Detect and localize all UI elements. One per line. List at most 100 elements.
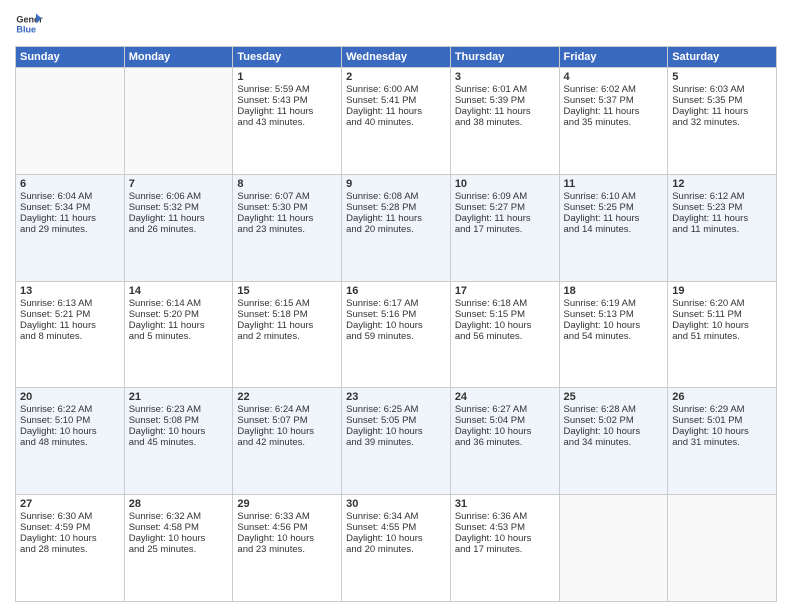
day-number: 7 [129,178,229,190]
cell-line: Daylight: 11 hours [129,320,229,331]
cell-line: Sunrise: 6:12 AM [672,191,772,202]
day-number: 16 [346,285,446,297]
cell-line: Sunrise: 6:00 AM [346,84,446,95]
day-number: 28 [129,498,229,510]
cell-line: and 54 minutes. [564,331,664,342]
calendar-row-1: 6Sunrise: 6:04 AMSunset: 5:34 PM Daylight… [16,174,777,281]
cell-line: Daylight: 11 hours [564,106,664,117]
calendar-row-2: 13Sunrise: 6:13 AMSunset: 5:21 PMDayligh… [16,281,777,388]
cell-line: and 38 minutes. [455,117,555,128]
cell-line: Daylight: 10 hours [672,426,772,437]
calendar-cell: 18Sunrise: 6:19 AMSunset: 5:13 PMDayligh… [559,281,668,388]
cell-line: and 25 minutes. [129,544,229,555]
cell-line: Sunrise: 6:32 AM [129,511,229,522]
calendar-cell: 29Sunrise: 6:33 AMSunset: 4:56 PMDayligh… [233,495,342,602]
calendar-cell: 25Sunrise: 6:28 AMSunset: 5:02 PMDayligh… [559,388,668,495]
cell-line: Sunrise: 6:18 AM [455,298,555,309]
cell-line: Sunset: 4:55 PM [346,522,446,533]
cell-line: Sunset: 5:01 PM [672,415,772,426]
cell-line: Daylight: 10 hours [455,320,555,331]
day-number: 14 [129,285,229,297]
cell-line: and 2 minutes. [237,331,337,342]
calendar-cell: 4Sunrise: 6:02 AMSunset: 5:37 PMDaylight… [559,68,668,175]
cell-line: Sunrise: 6:02 AM [564,84,664,95]
cell-line: Sunset: 5:20 PM [129,309,229,320]
cell-line: Sunset: 5:13 PM [564,309,664,320]
cell-line: Daylight: 11 hours [237,213,337,224]
cell-line: and 34 minutes. [564,437,664,448]
cell-line: Daylight: 10 hours [564,426,664,437]
calendar-cell: 26Sunrise: 6:29 AMSunset: 5:01 PMDayligh… [668,388,777,495]
cell-line: and 5 minutes. [129,331,229,342]
cell-line: Sunrise: 6:10 AM [564,191,664,202]
cell-line: and 28 minutes. [20,544,120,555]
logo-icon: General Blue [15,10,43,38]
day-number: 31 [455,498,555,510]
cell-line: Daylight: 11 hours [455,106,555,117]
calendar-cell: 12Sunrise: 6:12 AMSunset: 5:23 PMDayligh… [668,174,777,281]
cell-line: Sunrise: 6:29 AM [672,404,772,415]
cell-line: Daylight: 10 hours [346,533,446,544]
cell-line: Sunrise: 6:07 AM [237,191,337,202]
cell-line: Sunrise: 6:03 AM [672,84,772,95]
cell-line: Sunset: 4:58 PM [129,522,229,533]
cell-line: Sunrise: 5:59 AM [237,84,337,95]
weekday-header-sunday: Sunday [16,47,125,68]
cell-line: and 23 minutes. [237,544,337,555]
day-number: 19 [672,285,772,297]
cell-line: Sunset: 5:39 PM [455,95,555,106]
cell-line: and 17 minutes. [455,224,555,235]
day-number: 6 [20,178,120,190]
cell-line: Sunrise: 6:04 AM [20,191,120,202]
cell-line: Sunset: 5:32 PM [129,202,229,213]
cell-line: Sunset: 5:04 PM [455,415,555,426]
day-number: 11 [564,178,664,190]
cell-line: Sunrise: 6:22 AM [20,404,120,415]
cell-line: Sunset: 5:21 PM [20,309,120,320]
day-number: 13 [20,285,120,297]
cell-line: Daylight: 11 hours [237,320,337,331]
cell-line: Sunset: 5:18 PM [237,309,337,320]
calendar-row-3: 20Sunrise: 6:22 AMSunset: 5:10 PMDayligh… [16,388,777,495]
day-number: 29 [237,498,337,510]
cell-line: and 20 minutes. [346,544,446,555]
cell-line: and 45 minutes. [129,437,229,448]
cell-line: Sunrise: 6:14 AM [129,298,229,309]
weekday-header-monday: Monday [124,47,233,68]
cell-line: Daylight: 11 hours [564,213,664,224]
cell-line: Daylight: 10 hours [346,426,446,437]
weekday-header-saturday: Saturday [668,47,777,68]
day-number: 21 [129,391,229,403]
svg-text:Blue: Blue [16,24,36,34]
cell-line: Sunrise: 6:33 AM [237,511,337,522]
calendar-cell: 9Sunrise: 6:08 AMSunset: 5:28 PMDaylight… [342,174,451,281]
page: General Blue SundayMondayTuesdayWednesda… [0,0,792,612]
cell-line: Daylight: 10 hours [237,533,337,544]
cell-line: Daylight: 11 hours [672,106,772,117]
cell-line: Sunset: 5:34 PM [20,202,120,213]
day-number: 17 [455,285,555,297]
calendar-cell: 10Sunrise: 6:09 AMSunset: 5:27 PMDayligh… [450,174,559,281]
cell-line: and 51 minutes. [672,331,772,342]
day-number: 24 [455,391,555,403]
day-number: 10 [455,178,555,190]
cell-line: Daylight: 10 hours [455,426,555,437]
calendar-cell: 24Sunrise: 6:27 AMSunset: 5:04 PMDayligh… [450,388,559,495]
cell-line: and 14 minutes. [564,224,664,235]
cell-line: Sunset: 5:28 PM [346,202,446,213]
cell-line: Sunset: 5:41 PM [346,95,446,106]
day-number: 20 [20,391,120,403]
cell-line: Sunrise: 6:30 AM [20,511,120,522]
cell-line: Sunrise: 6:36 AM [455,511,555,522]
cell-line: Sunrise: 6:06 AM [129,191,229,202]
day-number: 2 [346,71,446,83]
cell-line: and 35 minutes. [564,117,664,128]
calendar-cell: 6Sunrise: 6:04 AMSunset: 5:34 PMDaylight… [16,174,125,281]
day-number: 8 [237,178,337,190]
header-row: SundayMondayTuesdayWednesdayThursdayFrid… [16,47,777,68]
cell-line: Sunrise: 6:23 AM [129,404,229,415]
calendar-cell: 28Sunrise: 6:32 AMSunset: 4:58 PMDayligh… [124,495,233,602]
cell-line: Daylight: 11 hours [129,213,229,224]
cell-line: Sunset: 5:02 PM [564,415,664,426]
cell-line: and 39 minutes. [346,437,446,448]
